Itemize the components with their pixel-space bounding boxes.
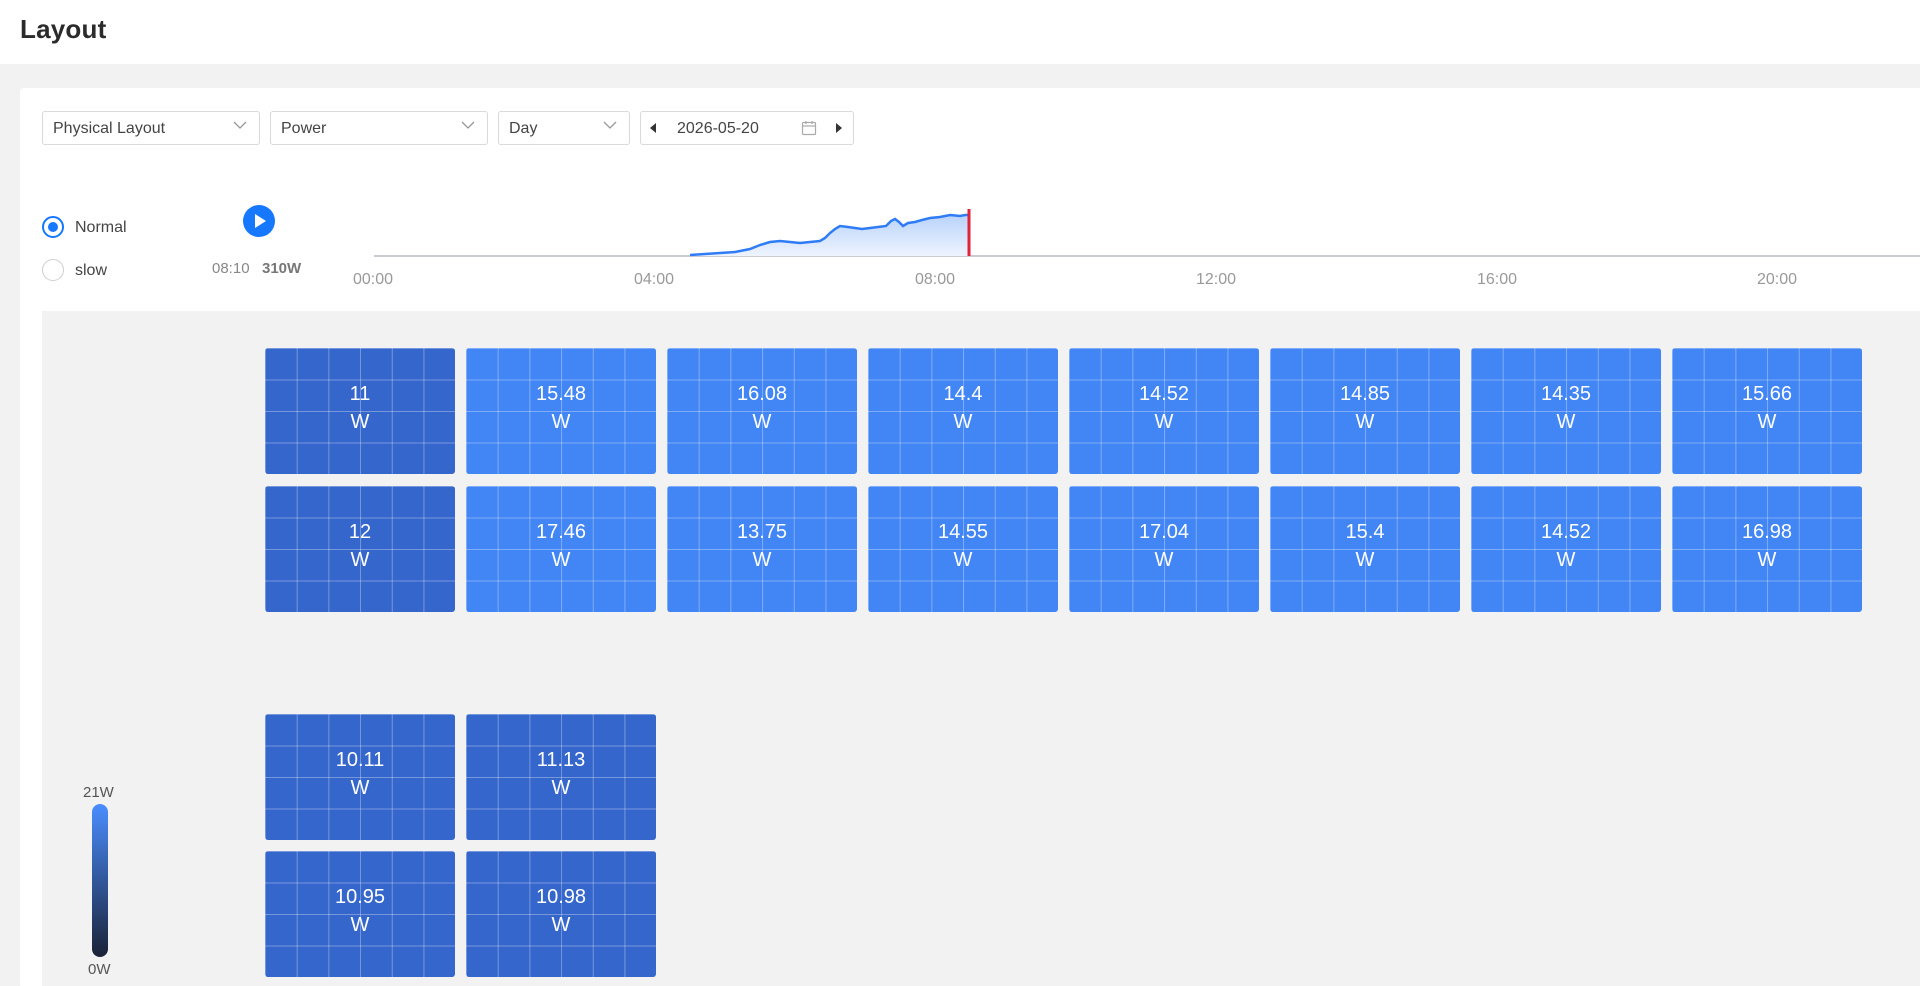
previous-day-button[interactable] [641,112,667,144]
legend-min-label: 0W [88,961,111,978]
panel-power-value: 16.08 [736,383,788,405]
panel-power-value: 15.4 [1345,521,1385,543]
panel-power-unit: W [1154,549,1174,571]
panel-power-value: 13.75 [736,521,788,543]
current-time: 08:10 [212,260,250,277]
solar-panel[interactable]: 14.55 W [868,486,1058,612]
solar-panel[interactable]: 15.4 W [1270,486,1460,612]
radio-slow-circle [42,259,64,281]
timeline-tick: 12:00 [1196,271,1237,288]
solar-panel[interactable]: 10.11 W [265,714,455,840]
panel-power-unit: W [953,549,973,571]
timeline-tick: 00:00 [353,271,394,288]
panel-power-unit: W [551,777,571,799]
panel-power-value: 15.48 [535,383,587,405]
period-select-value: Day [509,120,538,137]
panel-power-value: 14.85 [1339,383,1391,405]
timeline-tick: 08:00 [915,271,956,288]
chevron-down-icon [603,118,617,132]
timeline-tick: 20:00 [1757,271,1798,288]
solar-panel[interactable]: 17.46 W [466,486,656,612]
panel-power-value: 14.52 [1138,383,1190,405]
panel-power-value: 11 [349,383,371,405]
solar-panel[interactable]: 14.52 W [1069,348,1259,474]
solar-panel[interactable]: 16.08 W [667,348,857,474]
panel-power-value: 14.52 [1540,521,1592,543]
radio-slow-label: slow [75,262,108,279]
period-select[interactable]: Day [498,111,630,145]
panel-power-unit: W [1154,411,1174,433]
panel-power-unit: W [1757,411,1777,433]
calendar-icon[interactable] [801,120,817,136]
panel-power-unit: W [350,549,370,571]
panel-power-value: 17.46 [535,521,587,543]
panel-power-unit: W [1556,411,1576,433]
timeline-tick: 16:00 [1477,271,1518,288]
solar-panel[interactable]: 11.13 W [466,714,656,840]
panel-power-value: 14.4 [943,383,983,405]
panel-power-value: 15.66 [1741,383,1793,405]
solar-panel[interactable]: 14.4 W [868,348,1058,474]
panel-power-unit: W [551,411,571,433]
solar-panel[interactable]: 15.66 W [1672,348,1862,474]
panel-power-unit: W [752,549,772,571]
caret-left-icon [650,123,656,133]
solar-panel[interactable]: 17.04 W [1069,486,1259,612]
legend-max-label: 21W [83,784,114,801]
panel-power-value: 14.55 [937,521,989,543]
panel-power-value: 11.13 [536,749,586,771]
power-timeline[interactable] [360,200,1920,262]
metric-select[interactable]: Power [270,111,488,145]
radio-normal-circle [42,216,64,238]
panel-power-unit: W [1757,549,1777,571]
solar-panel[interactable]: 16.98 W [1672,486,1862,612]
panel-power-unit: W [1556,549,1576,571]
next-day-button[interactable] [827,112,853,144]
panel-power-value: 14.35 [1540,383,1592,405]
solar-panel[interactable]: 14.35 W [1471,348,1661,474]
solar-panel[interactable]: 11 W [265,348,455,474]
panel-power-unit: W [752,411,772,433]
panel-power-unit: W [350,777,370,799]
solar-panel[interactable]: 15.48 W [466,348,656,474]
date-input[interactable]: 2026-05-20 [677,120,759,138]
panel-power-unit: W [1355,549,1375,571]
page-title: Layout [20,14,107,44]
play-icon [255,214,266,228]
timeline-tick: 04:00 [634,271,675,288]
caret-right-icon [836,123,842,133]
panel-power-value: 10.11 [335,749,385,771]
solar-panel[interactable]: 13.75 W [667,486,857,612]
panel-power-unit: W [953,411,973,433]
layout-select-value: Physical Layout [53,120,166,137]
solar-panel[interactable]: 10.98 W [466,851,656,977]
panel-power-value: 16.98 [1741,521,1793,543]
panel-power-unit: W [551,914,571,936]
panel-power-unit: W [551,549,571,571]
play-button[interactable] [243,205,275,237]
panel-power-value: 10.95 [334,886,386,908]
color-scale-legend [92,804,108,957]
panel-power-value: 17.04 [1138,521,1190,543]
metric-select-value: Power [281,120,327,137]
page-header: Layout [0,0,1920,64]
solar-panel[interactable]: 10.95 W [265,851,455,977]
panel-power-value: 12 [348,521,372,543]
current-power: 310W [262,260,302,277]
chevron-down-icon [461,118,475,132]
panel-power-unit: W [350,411,370,433]
panel-power-value: 10.98 [535,886,587,908]
solar-panel[interactable]: 12 W [265,486,455,612]
solar-panel[interactable]: 14.52 W [1471,486,1661,612]
radio-normal-label: Normal [75,219,127,236]
layout-select[interactable]: Physical Layout [42,111,260,145]
panel-power-unit: W [350,914,370,936]
panel-power-unit: W [1355,411,1375,433]
solar-panel[interactable]: 14.85 W [1270,348,1460,474]
chevron-down-icon [233,118,247,132]
date-picker: 2026-05-20 [640,111,854,145]
